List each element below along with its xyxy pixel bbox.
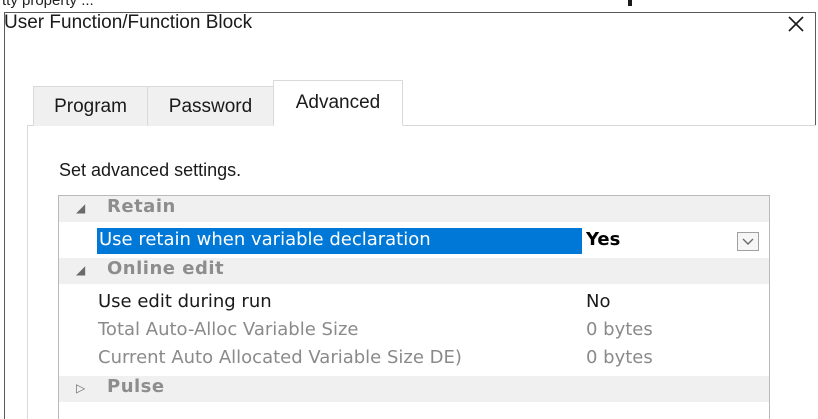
expand-arrow-icon[interactable]: ▷ [76, 381, 85, 395]
close-button[interactable] [782, 10, 810, 38]
selected-property-name: Use retain when variable declaration [97, 228, 582, 254]
background-window-strip: tty property ... [0, 0, 818, 12]
category-row-pulse[interactable]: ▷ Pulse [59, 376, 769, 402]
property-value: 0 bytes [586, 347, 653, 368]
tab-password[interactable]: Password [147, 86, 274, 126]
property-value[interactable]: Yes [586, 229, 620, 250]
value-dropdown-button[interactable] [737, 232, 759, 251]
property-row-use-edit-during-run[interactable]: Use edit during run No [59, 290, 769, 316]
property-row-total-auto-alloc: Total Auto-Alloc Variable Size 0 bytes [59, 318, 769, 344]
property-value: 0 bytes [586, 319, 653, 340]
property-name: Total Auto-Alloc Variable Size [98, 319, 359, 340]
property-grid: ◢ Retain Use retain when variable declar… [58, 195, 770, 419]
property-name: Current Auto Allocated Variable Size DE) [98, 347, 462, 368]
close-icon [788, 16, 804, 32]
property-value[interactable]: No [586, 291, 610, 312]
tab-advanced[interactable]: Advanced [273, 80, 403, 126]
category-label: Pulse [107, 376, 165, 397]
chevron-down-icon [742, 238, 754, 245]
property-name: Use edit during run [98, 291, 272, 312]
property-row-use-retain[interactable]: Use retain when variable declaration Yes [59, 228, 769, 254]
background-window-mark [628, 0, 632, 6]
collapse-arrow-icon[interactable]: ◢ [76, 263, 85, 277]
tab-program[interactable]: Program [33, 86, 148, 126]
dialog-title: User Function/Function Block [4, 12, 253, 33]
category-row-retain[interactable]: ◢ Retain [59, 196, 769, 222]
property-name: Use retain when variable declaration [99, 229, 431, 250]
category-label: Online edit [107, 258, 225, 279]
settings-description: Set advanced settings. [59, 160, 242, 180]
category-label: Retain [107, 196, 176, 217]
collapse-arrow-icon[interactable]: ◢ [76, 201, 85, 215]
category-row-online-edit[interactable]: ◢ Online edit [59, 258, 769, 284]
property-row-current-auto-allocated: Current Auto Allocated Variable Size DE)… [59, 346, 769, 372]
background-window-text: tty property ... [2, 0, 94, 9]
